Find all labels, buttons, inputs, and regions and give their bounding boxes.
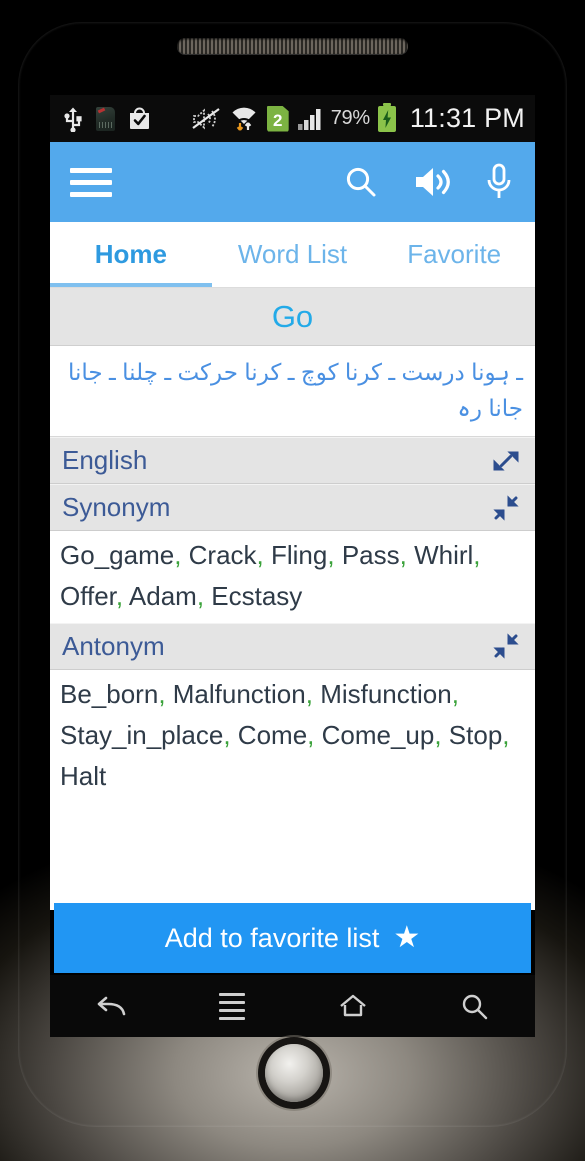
word-item[interactable]: Ecstasy bbox=[211, 581, 302, 611]
word-separator: , bbox=[158, 678, 173, 709]
word-item[interactable]: Be_born bbox=[60, 679, 158, 709]
word-item[interactable]: Halt bbox=[60, 761, 106, 791]
word-separator: , bbox=[473, 540, 481, 571]
word-item[interactable]: Stay_in_place bbox=[60, 720, 223, 750]
collapse-icon[interactable] bbox=[491, 493, 521, 523]
phone-device-frame: 2 79% 11:31 PM Home Word List Favorite G… bbox=[0, 0, 585, 1161]
status-clock: 11:31 PM bbox=[409, 103, 525, 133]
play-store-download-complete-icon bbox=[127, 106, 152, 131]
sim2-icon: 2 bbox=[266, 105, 289, 132]
word-item[interactable]: Come bbox=[238, 720, 307, 750]
word-separator: , bbox=[196, 581, 212, 612]
word-item[interactable]: Come_up bbox=[322, 720, 435, 750]
word-separator: , bbox=[451, 678, 459, 709]
signal-bars-icon bbox=[297, 107, 323, 131]
word-separator: , bbox=[223, 719, 238, 750]
tab-favorite[interactable]: Favorite bbox=[373, 222, 535, 287]
battery-charging-icon bbox=[377, 102, 396, 132]
word-separator: , bbox=[434, 719, 449, 750]
nav-menu-line bbox=[218, 992, 245, 996]
add-to-favorite-button[interactable]: Add to favorite list ★ bbox=[54, 903, 531, 973]
word-item[interactable]: Adam bbox=[129, 581, 197, 611]
sd-card-icon bbox=[96, 106, 115, 131]
speaker-icon[interactable] bbox=[413, 165, 451, 199]
status-bar: 2 79% 11:31 PM bbox=[50, 95, 535, 142]
tab-bar: Home Word List Favorite bbox=[50, 222, 535, 288]
synonym-word-list: Go_game, Crack, Fling, Pass, Whirl, Offe… bbox=[50, 531, 535, 623]
home-trackball-button[interactable] bbox=[265, 1044, 323, 1102]
word-item[interactable]: Fling bbox=[271, 540, 327, 570]
section-header-antonym[interactable]: Antonym bbox=[50, 622, 535, 670]
word-separator: , bbox=[327, 540, 342, 571]
star-icon: ★ bbox=[393, 921, 421, 954]
word-item[interactable]: Malfunction bbox=[173, 679, 306, 709]
speaker-grille bbox=[177, 38, 408, 54]
page-title: Go bbox=[271, 298, 314, 334]
entry-content: Go ـ ہونا درست ـ کرنا کوچ ـ کرنا حرکت ـ … bbox=[50, 288, 535, 910]
word-item[interactable]: Offer bbox=[60, 581, 116, 611]
word-separator: , bbox=[256, 540, 271, 571]
collapse-icon[interactable] bbox=[491, 631, 521, 661]
nav-menu-line bbox=[218, 1000, 245, 1004]
word-item[interactable]: Stop bbox=[449, 720, 503, 750]
system-nav-bar bbox=[50, 975, 535, 1037]
word-separator: , bbox=[305, 678, 321, 709]
tab-word-list[interactable]: Word List bbox=[212, 222, 374, 287]
add-to-favorite-label: Add to favorite list bbox=[164, 922, 380, 953]
nav-menu-line bbox=[218, 1016, 245, 1020]
nav-menu-line bbox=[218, 1008, 245, 1012]
word-item[interactable]: Whirl bbox=[414, 540, 473, 570]
section-header-synonym[interactable]: Synonym bbox=[50, 484, 535, 532]
volume-muted-icon bbox=[191, 106, 221, 132]
section-title-antonym: Antonym bbox=[62, 630, 165, 661]
hamburger-line bbox=[70, 191, 112, 197]
section-header-english[interactable]: English bbox=[50, 437, 535, 485]
word-item[interactable]: Crack bbox=[189, 540, 257, 570]
word-title-bar: Go bbox=[50, 288, 535, 346]
word-item[interactable]: Go_game bbox=[60, 540, 174, 570]
word-separator: , bbox=[307, 719, 322, 750]
hamburger-line bbox=[70, 167, 112, 173]
nav-search-button[interactable] bbox=[439, 981, 509, 1031]
app-bar bbox=[50, 142, 535, 222]
section-title-english: English bbox=[62, 445, 148, 476]
nav-home-button[interactable] bbox=[318, 981, 388, 1031]
word-separator: , bbox=[399, 540, 415, 571]
wifi-transfer-icon bbox=[229, 105, 259, 132]
battery-percent-label: 79% bbox=[330, 107, 370, 129]
usb-icon bbox=[62, 106, 84, 132]
word-item[interactable]: Pass bbox=[342, 540, 400, 570]
antonym-word-list: Be_born, Malfunction, Misfunction, Stay_… bbox=[50, 670, 535, 802]
word-item[interactable]: Misfunction bbox=[320, 679, 452, 709]
word-separator: , bbox=[502, 719, 510, 750]
word-separator: , bbox=[115, 581, 129, 612]
hamburger-line bbox=[70, 179, 112, 185]
nav-menu-button[interactable] bbox=[197, 981, 267, 1031]
expand-icon[interactable] bbox=[491, 446, 521, 476]
section-title-synonym: Synonym bbox=[62, 492, 171, 523]
microphone-icon[interactable] bbox=[485, 163, 513, 201]
nav-back-button[interactable] bbox=[76, 981, 146, 1031]
hamburger-menu-icon[interactable] bbox=[70, 161, 112, 204]
tab-home[interactable]: Home bbox=[50, 222, 212, 287]
phone-screen: 2 79% 11:31 PM Home Word List Favorite G… bbox=[50, 95, 535, 975]
word-separator: , bbox=[174, 540, 189, 571]
search-icon[interactable] bbox=[343, 164, 379, 200]
urdu-meaning-text: ـ ہونا درست ـ کرنا کوچ ـ کرنا حرکت ـ چلن… bbox=[50, 346, 535, 438]
